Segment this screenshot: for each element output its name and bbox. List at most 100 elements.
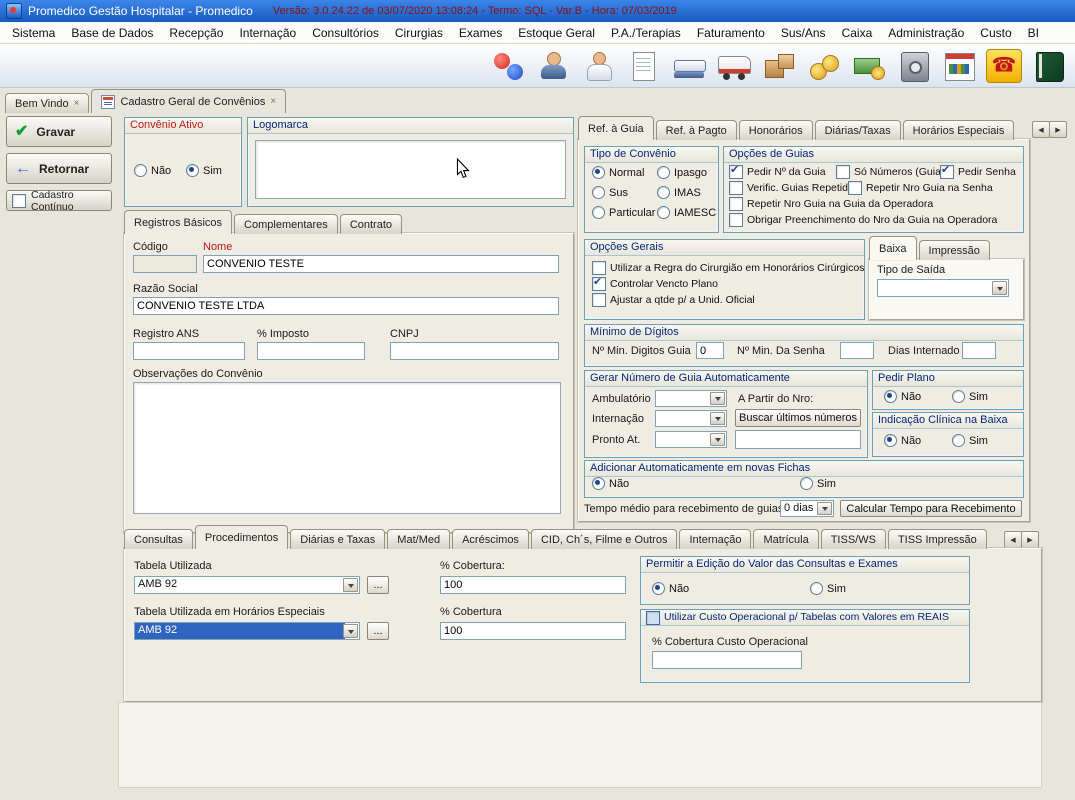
radio-pedir-plano-nao[interactable]: Não bbox=[884, 390, 921, 403]
tab-consultas[interactable]: Consultas bbox=[124, 529, 193, 549]
radio-indicacao-sim[interactable]: Sim bbox=[952, 434, 988, 447]
bottom-tabs-scroll-left[interactable]: ◀ bbox=[1004, 531, 1022, 548]
gold-coins-icon[interactable] bbox=[806, 49, 842, 83]
checkbox-controlar-vencto-plano[interactable]: Controlar Vencto Plano bbox=[592, 277, 718, 291]
dropdown-arrow-icon[interactable] bbox=[710, 412, 725, 425]
tab-tiss-impressao[interactable]: TISS Impressão bbox=[888, 529, 987, 549]
menu-faturamento[interactable]: Faturamento bbox=[689, 23, 773, 43]
dropdown-arrow-icon[interactable] bbox=[817, 502, 832, 515]
checkbox-so-numeros[interactable]: Só Números (Guia) bbox=[836, 165, 944, 179]
tab-procedimentos[interactable]: Procedimentos bbox=[195, 525, 288, 549]
menu-internacao[interactable]: Internação bbox=[231, 23, 304, 43]
radio-permitir-nao[interactable]: Não bbox=[652, 582, 689, 595]
hospital-bed-icon[interactable] bbox=[671, 49, 707, 83]
menu-exames[interactable]: Exames bbox=[451, 23, 510, 43]
dropdown-arrow-icon[interactable] bbox=[343, 624, 358, 638]
tab-bem-vindo[interactable]: Bem Vindo × bbox=[5, 93, 89, 113]
menu-sus-ans[interactable]: Sus/Ans bbox=[773, 23, 834, 43]
document-icon[interactable] bbox=[626, 49, 662, 83]
doctor-icon[interactable] bbox=[581, 49, 617, 83]
dias-internado-field[interactable] bbox=[962, 342, 996, 359]
checkbox-repetir-nro-guia-senha[interactable]: Repetir Nro Guia na Senha bbox=[848, 181, 993, 195]
checkbox-repetir-nro-guia-operadora[interactable]: Repetir Nro Guia na Guia da Operadora bbox=[729, 197, 933, 211]
safe-icon[interactable] bbox=[896, 49, 932, 83]
tab-honorarios[interactable]: Honorários bbox=[739, 120, 813, 140]
calcular-tempo-button[interactable]: Calcular Tempo para Recebimento bbox=[840, 500, 1022, 517]
dropdown-arrow-icon[interactable] bbox=[710, 433, 725, 446]
tab-complementares[interactable]: Complementares bbox=[234, 214, 338, 234]
radio-pedir-plano-sim[interactable]: Sim bbox=[952, 390, 988, 403]
gravar-button[interactable]: ✔ Gravar bbox=[6, 116, 112, 147]
tempo-medio-combo[interactable]: 0 dias bbox=[780, 500, 834, 517]
tab-diarias-taxas[interactable]: Diárias/Taxas bbox=[815, 120, 901, 140]
tab-internacao-bottom[interactable]: Internação bbox=[679, 529, 751, 549]
tab-contrato[interactable]: Contrato bbox=[340, 214, 402, 234]
checkbox-verific-guias-repetidas[interactable]: Verific. Guias Repetidas bbox=[729, 181, 859, 195]
menu-cirurgias[interactable]: Cirurgias bbox=[387, 23, 451, 43]
radio-sus[interactable]: Sus bbox=[592, 186, 628, 199]
radio-imas[interactable]: IMAS bbox=[657, 186, 701, 199]
radio-permitir-sim[interactable]: Sim bbox=[810, 582, 846, 595]
checkbox-regra-cirurgiao[interactable]: Utilizar a Regra do Cirurgião em Honorár… bbox=[592, 261, 864, 275]
menu-administracao[interactable]: Administração bbox=[880, 23, 972, 43]
checkbox-pedir-numero-guia[interactable]: Pedir Nº da Guia bbox=[729, 165, 826, 179]
phone-icon[interactable] bbox=[986, 49, 1022, 83]
tipo-saida-combo[interactable] bbox=[877, 279, 1009, 297]
close-icon[interactable]: × bbox=[270, 96, 276, 107]
min-senha-field[interactable] bbox=[840, 342, 874, 359]
cadastro-continuo-toggle[interactable]: Cadastro Contínuo bbox=[6, 190, 112, 211]
dropdown-arrow-icon[interactable] bbox=[992, 281, 1007, 295]
nome-field[interactable]: CONVENIO TESTE bbox=[203, 255, 559, 273]
ambulatorio-combo[interactable] bbox=[655, 390, 727, 407]
custo-cobertura-field[interactable] bbox=[652, 651, 802, 669]
bottom-tabs-scroll-right[interactable]: ▶ bbox=[1021, 531, 1039, 548]
radio-ipasgo[interactable]: Ipasgo bbox=[657, 166, 707, 179]
radio-particular[interactable]: Particular bbox=[592, 206, 655, 219]
tabela-browse-button[interactable]: ... bbox=[367, 576, 389, 594]
registro-ans-field[interactable] bbox=[133, 342, 245, 360]
money-icon[interactable] bbox=[851, 49, 887, 83]
menu-bi[interactable]: BI bbox=[1020, 23, 1047, 43]
tab-matricula[interactable]: Matrícula bbox=[753, 529, 818, 549]
close-icon[interactable]: × bbox=[74, 98, 80, 109]
menu-estoque-geral[interactable]: Estoque Geral bbox=[510, 23, 603, 43]
tab-impressao[interactable]: Impressão bbox=[919, 240, 990, 260]
calendar-icon[interactable] bbox=[941, 49, 977, 83]
book-icon[interactable] bbox=[1031, 49, 1067, 83]
checkbox-obrigar-preenchimento[interactable]: Obrigar Preenchimento do Nro da Guia na … bbox=[729, 213, 997, 227]
internacao-combo[interactable] bbox=[655, 410, 727, 427]
radio-convenio-sim[interactable]: Sim bbox=[186, 164, 222, 177]
cnpj-field[interactable] bbox=[390, 342, 559, 360]
tab-mat-med[interactable]: Mat/Med bbox=[387, 529, 450, 549]
radio-indicacao-nao[interactable]: Não bbox=[884, 434, 921, 447]
cobertura2-field[interactable]: 100 bbox=[440, 622, 626, 640]
menu-consultorios[interactable]: Consultórios bbox=[304, 23, 387, 43]
imposto-field[interactable] bbox=[257, 342, 365, 360]
buscar-ultimos-numeros-button[interactable]: Buscar últimos números bbox=[735, 409, 861, 427]
tab-baixa[interactable]: Baixa bbox=[869, 236, 917, 260]
checkbox-ajustar-qtde[interactable]: Ajustar a qtde p/ a Unid. Oficial bbox=[592, 293, 755, 307]
radio-convenio-nao[interactable]: Não bbox=[134, 164, 171, 177]
sync-icon[interactable] bbox=[491, 49, 527, 83]
menu-pa-terapias[interactable]: P.A./Terapias bbox=[603, 23, 689, 43]
razao-social-field[interactable]: CONVENIO TESTE LTDA bbox=[133, 297, 559, 315]
checkbox-pedir-senha[interactable]: Pedir Senha bbox=[940, 165, 1016, 179]
menu-custo[interactable]: Custo bbox=[972, 23, 1019, 43]
tab-diarias-e-taxas[interactable]: Diárias e Taxas bbox=[290, 529, 385, 549]
a-partir-nro-field[interactable] bbox=[735, 430, 861, 449]
radio-adicionar-nao[interactable]: Não bbox=[592, 477, 629, 490]
retornar-button[interactable]: ← Retornar bbox=[6, 153, 112, 184]
custo-operacional-checkbox[interactable] bbox=[646, 611, 660, 625]
ambulance-icon[interactable] bbox=[716, 49, 752, 83]
tab-ref-pagto[interactable]: Ref. à Pagto bbox=[656, 120, 737, 140]
tab-cid-chs-filme-outros[interactable]: CID, Ch´s, Filme e Outros bbox=[531, 529, 678, 549]
ref-tabs-scroll-left[interactable]: ◀ bbox=[1032, 121, 1050, 138]
menu-recepcao[interactable]: Recepção bbox=[161, 23, 231, 43]
radio-iamesc[interactable]: IAMESC bbox=[657, 206, 716, 219]
tab-registros-basicos[interactable]: Registros Básicos bbox=[124, 210, 232, 234]
menu-caixa[interactable]: Caixa bbox=[834, 23, 881, 43]
logomarca-image-box[interactable] bbox=[255, 140, 566, 199]
menu-sistema[interactable]: Sistema bbox=[4, 23, 63, 43]
dropdown-arrow-icon[interactable] bbox=[343, 578, 358, 592]
min-digitos-guia-field[interactable]: 0 bbox=[696, 342, 724, 359]
